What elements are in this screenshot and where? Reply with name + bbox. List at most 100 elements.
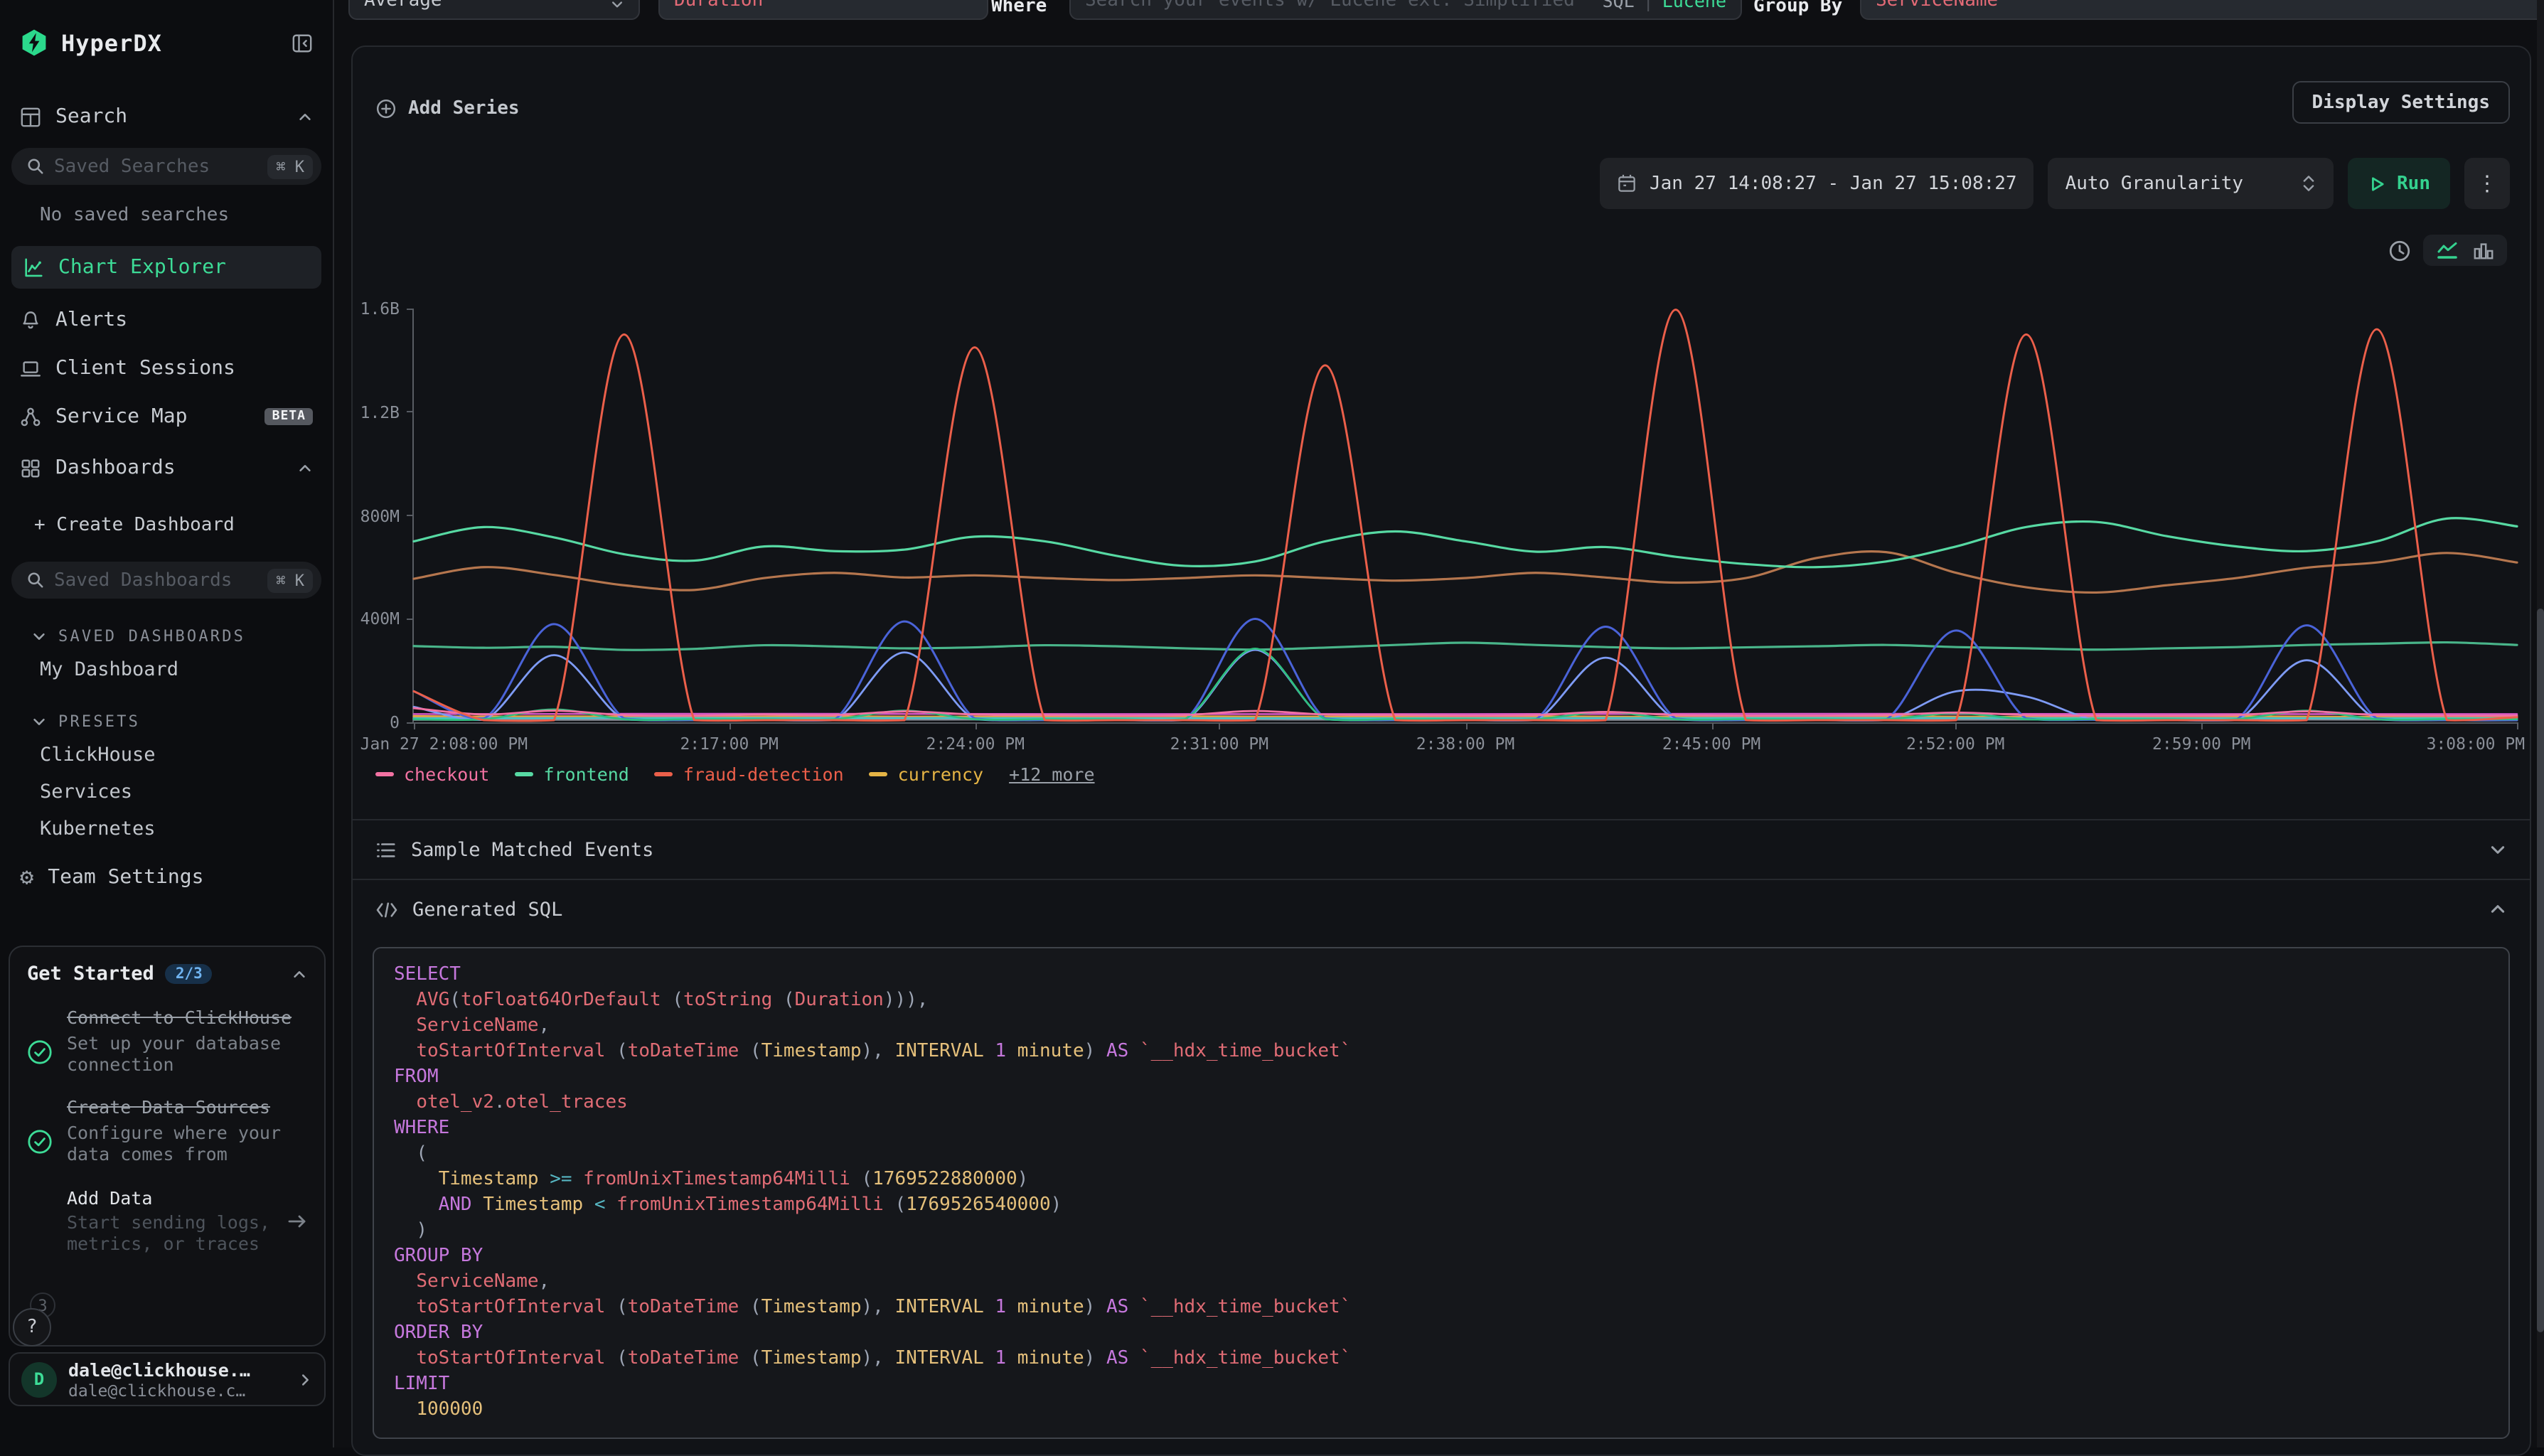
get-started-step-sources[interactable]: Create Data Sources Configure where your… [27, 1098, 307, 1166]
table-icon [20, 106, 41, 127]
sidebar-section-header[interactable]: PRESETS [31, 710, 333, 732]
chart-tools [353, 232, 2530, 269]
y-axis-label: 1.6B [360, 299, 400, 318]
chevron-up-icon [297, 460, 313, 476]
x-axis-label: 2:31:00 PM [1170, 734, 1269, 754]
get-started-title: Get Started [27, 963, 154, 985]
add-series-label: Add Series [408, 98, 520, 119]
sidebar-item-service-map[interactable]: Service Map BETA [0, 400, 333, 434]
legend-more-link[interactable]: +12 more [1009, 764, 1094, 785]
legend-label: currency [898, 764, 983, 785]
granularity-select[interactable]: Auto Granularity [2048, 158, 2333, 209]
sidebar-section-header[interactable]: SAVED DASHBOARDS [31, 624, 333, 647]
sql-line: ) [394, 1219, 2489, 1244]
sidebar-item-alerts[interactable]: Alerts [0, 303, 333, 337]
sidebar-item-kubernetes[interactable]: Kubernetes [40, 815, 333, 843]
legend-item-currency[interactable]: currency [870, 764, 983, 785]
saved-searches-input[interactable]: Saved Searches ⌘ K [11, 148, 321, 185]
create-dashboard-button[interactable]: + Create Dashboard [34, 510, 333, 539]
generated-sql-row[interactable]: Generated SQL [353, 879, 2530, 938]
search-input[interactable]: Search your events w/ Lucene ext. Simpli… [1069, 0, 1742, 20]
legend-item-checkout[interactable]: checkout [375, 764, 489, 785]
select-chevrons-icon [2300, 173, 2316, 193]
legend-label: frontend [543, 764, 629, 785]
line-chart-icon[interactable] [2436, 240, 2459, 260]
more-options-button[interactable]: ⋮ [2464, 158, 2510, 209]
sidebar-item-label: Service Map [55, 405, 251, 428]
run-button[interactable]: Run [2347, 158, 2450, 209]
group-by-input[interactable]: ServiceName [1860, 0, 2544, 20]
sidebar-section: PRESETS ClickHouse Services Kubernetes [0, 710, 333, 843]
aggregation-select[interactable]: Average [348, 0, 640, 20]
mode-lucene[interactable]: Lucene [1662, 0, 1726, 11]
app-root: HyperDX Search Saved Searches ⌘ K No sav… [0, 0, 2544, 1447]
beta-badge: BETA [265, 408, 313, 425]
search-icon [27, 158, 44, 175]
sidebar-item-search[interactable]: Search [0, 100, 333, 134]
sidebar: HyperDX Search Saved Searches ⌘ K No sav… [0, 0, 334, 1447]
run-label: Run [2397, 173, 2430, 194]
get-started-step-connect[interactable]: Connect to ClickHouse Set up your databa… [27, 1008, 307, 1076]
bar-chart-icon[interactable] [2473, 240, 2494, 260]
series-other-10 [414, 648, 2517, 719]
saved-dashboards-input[interactable]: Saved Dashboards ⌘ K [11, 562, 321, 599]
saved-dashboards-placeholder: Saved Dashboards [54, 569, 257, 591]
user-menu[interactable]: D dale@clickhouse.… dale@clickhouse.c… [9, 1352, 326, 1406]
chevron-up-icon[interactable] [292, 966, 307, 982]
display-settings-button[interactable]: Display Settings [2292, 81, 2510, 124]
help-button[interactable]: ? [13, 1308, 51, 1347]
legend-item-fraud-detection[interactable]: fraud-detection [655, 764, 844, 785]
legend-dash [655, 773, 673, 776]
step-title: Create Data Sources [67, 1097, 270, 1118]
get-started-step-add-data[interactable]: Add Data Start sending logs, metrics, or… [27, 1188, 307, 1256]
add-series-button[interactable]: Add Series [375, 98, 520, 119]
collapse-sidebar-icon[interactable] [292, 32, 313, 53]
search-placeholder: Search your events w/ Lucene ext. Simpli… [1085, 0, 1588, 11]
legend-item-frontend[interactable]: frontend [515, 764, 629, 785]
sample-matched-events-row[interactable]: Sample Matched Events [353, 819, 2530, 879]
sidebar-item-team-settings[interactable]: ⚙ Team Settings [0, 860, 333, 894]
sidebar-item-client-sessions[interactable]: Client Sessions [0, 351, 333, 385]
sidebar-item-clickhouse[interactable]: ClickHouse [40, 741, 333, 769]
date-range-picker[interactable]: Jan 27 14:08:27 - Jan 27 15:08:27 [1600, 158, 2034, 209]
time-series-chart[interactable]: 1.6B1.2B800M400M0Jan 27 2:08:00 PM2:17:0… [412, 309, 2517, 724]
where-label: Where [991, 0, 1047, 17]
get-started-card: Get Started 2/3 Connect to ClickHouse Se… [9, 946, 326, 1347]
step-desc: Start sending logs, metrics, or traces [67, 1214, 273, 1256]
x-axis-label: Jan 27 2:08:00 PM [360, 734, 528, 754]
mode-sql[interactable]: SQL [1602, 0, 1634, 11]
sql-code-block[interactable]: SELECT AVG(toFloat64OrDefault (toString … [373, 947, 2510, 1439]
sidebar-item-label: Team Settings [48, 866, 313, 889]
page-scrollbar[interactable] [2537, 0, 2544, 1447]
sidebar-item-services[interactable]: Services [40, 778, 333, 806]
chart-type-toggle [2423, 235, 2507, 266]
chevron-down-icon [31, 713, 47, 729]
calendar-icon [1617, 173, 1637, 193]
sidebar-sections: SAVED DASHBOARDS My Dashboard PRESETS Click… [0, 624, 333, 843]
sql-line: otel_v2.otel_traces [394, 1091, 2489, 1116]
check-circle-icon [27, 1008, 53, 1076]
chevron-up-icon[interactable] [2489, 900, 2507, 919]
search-icon [27, 572, 44, 589]
sidebar-item-dashboards[interactable]: Dashboards [0, 451, 333, 485]
no-saved-searches-text: No saved searches [40, 205, 333, 226]
sql-line: toStartOfInterval (toDateTime (Timestamp… [394, 1295, 2489, 1321]
step-desc: Set up your database connection [67, 1034, 307, 1076]
dashboards-icon [20, 457, 41, 478]
chevron-down-icon[interactable] [2489, 840, 2507, 859]
field-input[interactable]: Duration [658, 0, 988, 20]
scrollbar-thumb[interactable] [2537, 608, 2544, 1332]
query-language-toggle[interactable]: SQL | Lucene [1602, 0, 1726, 11]
x-axis-label: 2:38:00 PM [1416, 734, 1515, 754]
sql-line: SELECT [394, 963, 2489, 988]
step-number [27, 1188, 53, 1256]
clock-icon[interactable] [2388, 238, 2412, 262]
sidebar-item-my-dashboard[interactable]: My Dashboard [40, 655, 333, 684]
sample-matched-events-label: Sample Matched Events [411, 838, 653, 861]
y-axis-tick [407, 515, 414, 516]
step-title: Connect to ClickHouse [67, 1007, 292, 1028]
x-axis-label: 2:59:00 PM [2152, 734, 2251, 754]
chart-legend: checkout frontend fraud-detection currency +… [375, 764, 2530, 785]
legend-label: checkout [404, 764, 489, 785]
sidebar-item-chart-explorer[interactable]: Chart Explorer [11, 246, 321, 289]
